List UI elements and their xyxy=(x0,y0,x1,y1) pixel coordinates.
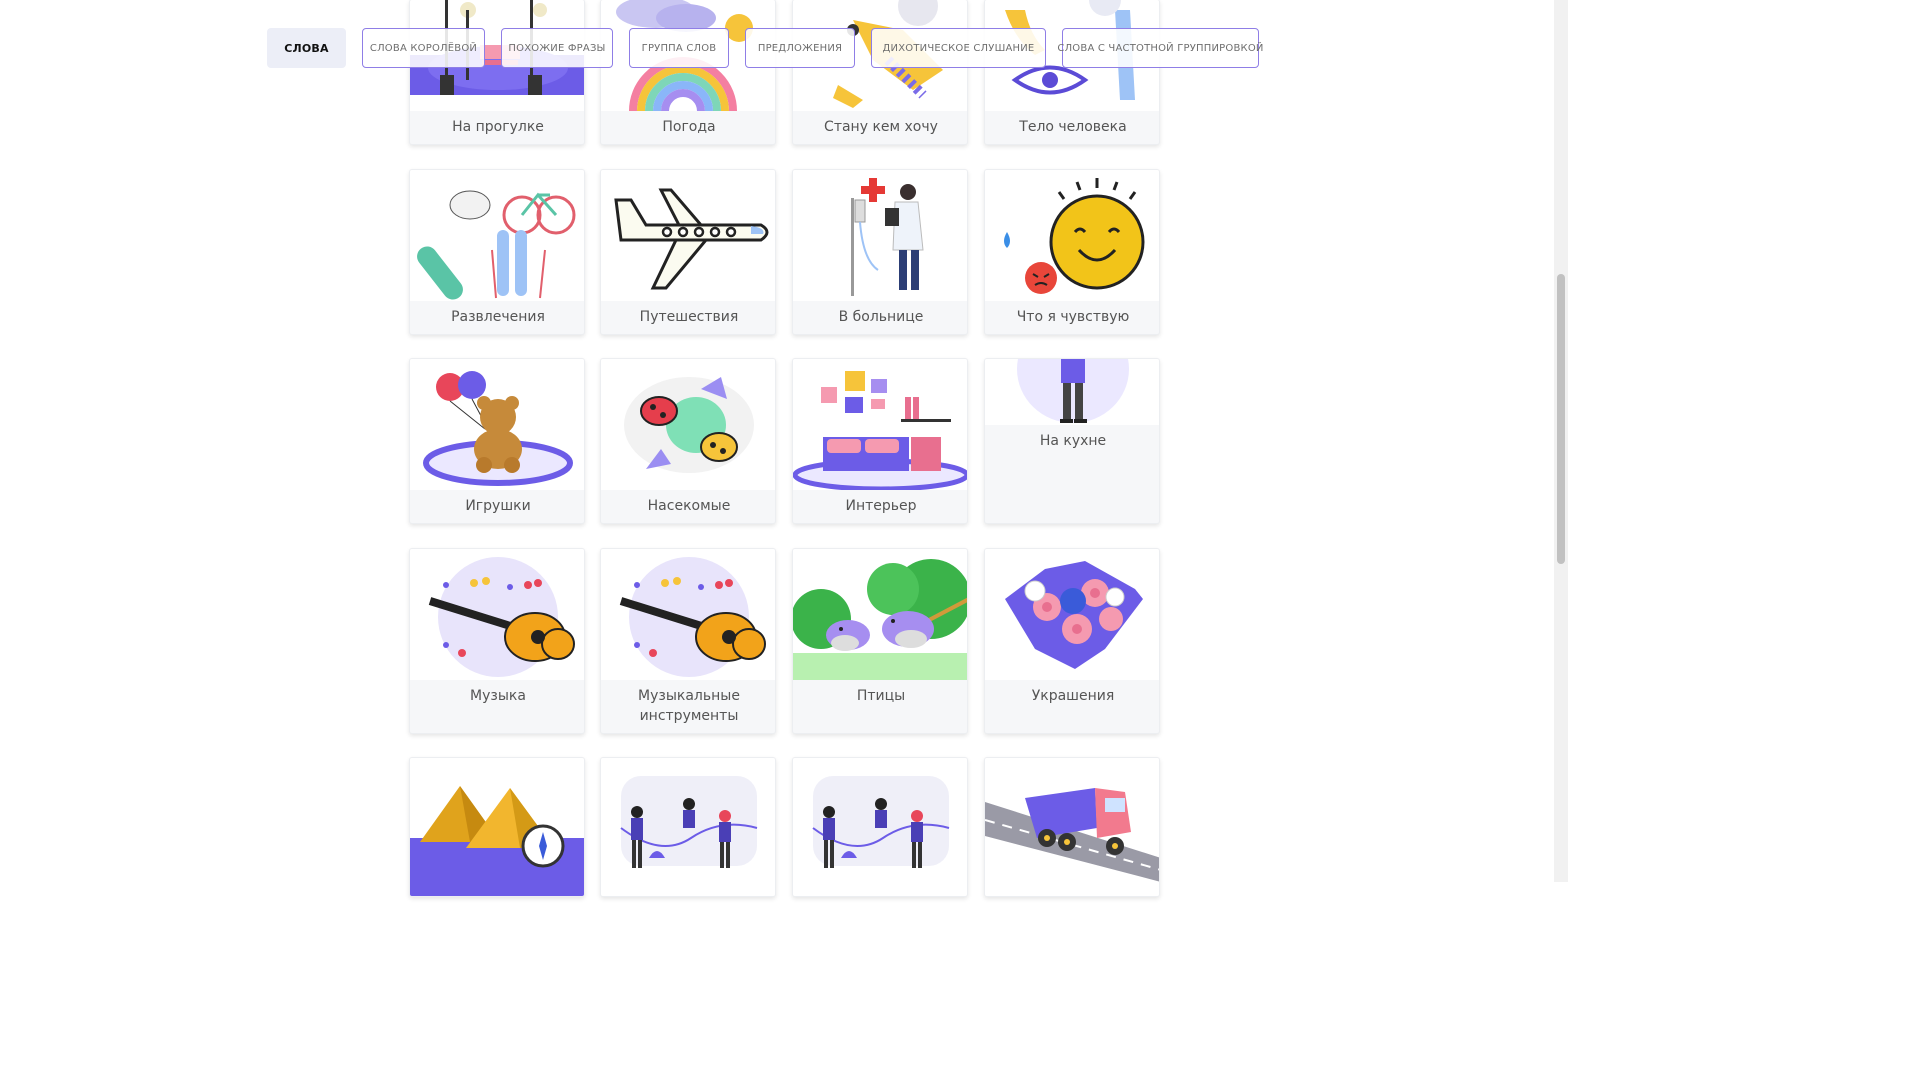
tab-dihoticheskoe[interactable]: ДИХОТИЧЕСКОЕ СЛУШАНИЕ xyxy=(871,28,1046,68)
category-label: Развлечения xyxy=(451,309,545,325)
category-label: Украшения xyxy=(1031,688,1115,704)
category-card-instrumenty[interactable]: Музыкальные инструменты xyxy=(600,548,776,734)
category-card-nasekomye[interactable]: Насекомые xyxy=(600,358,776,524)
category-label: Музыка xyxy=(470,688,526,704)
category-card-progulka[interactable]: На прогулке xyxy=(409,0,585,145)
tab-slova-korolevoy[interactable]: СЛОВА КОРОЛЁВОЙ xyxy=(362,28,485,68)
category-card-ptitsy[interactable]: Птицы xyxy=(792,548,968,734)
tab-pohozhie-frazy[interactable]: ПОХОЖИЕ ФРАЗЫ xyxy=(501,28,613,68)
category-label: На кухне xyxy=(1039,433,1107,449)
bedroom-illustration xyxy=(793,359,967,490)
category-card-interer[interactable]: Интерьер xyxy=(792,358,968,524)
pyramids-illustration xyxy=(410,758,584,896)
category-label: На прогулке xyxy=(452,119,544,135)
airplane-illustration xyxy=(601,170,775,301)
category-label: Тело человека xyxy=(1019,119,1127,135)
tab-slova[interactable]: СЛОВА xyxy=(267,28,346,68)
category-card-chuvstvuyu[interactable]: Что я чувствую xyxy=(984,169,1160,335)
people-talking-illustration xyxy=(601,758,775,896)
category-card-puteshestviya[interactable]: Путешествия xyxy=(600,169,776,335)
category-card-people-2[interactable] xyxy=(792,757,968,897)
category-label: Стану кем хочу xyxy=(824,119,938,135)
guitar-illustration xyxy=(601,549,775,680)
category-card-razvlecheniya[interactable]: Развлечения xyxy=(409,169,585,335)
tab-predlozheniya[interactable]: ПРЕДЛОЖЕНИЯ xyxy=(745,28,855,68)
person-standing-illustration xyxy=(985,359,1159,425)
category-card-truck[interactable] xyxy=(984,757,1160,897)
smiling-sun-illustration xyxy=(985,170,1159,301)
category-grid: На прогулке Погода Стану кем хочу Тело ч… xyxy=(0,0,1568,897)
doctor-illustration xyxy=(793,170,967,301)
sports-equipment-illustration xyxy=(410,170,584,301)
mode-tabs: СЛОВА СЛОВА КОРОЛЁВОЙ ПОХОЖИЕ ФРАЗЫ ГРУП… xyxy=(0,28,1568,70)
category-card-stanu[interactable]: Стану кем хочу xyxy=(792,0,968,145)
category-card-pyramids[interactable] xyxy=(409,757,585,897)
category-label: Насекомые xyxy=(647,498,731,514)
birds-illustration xyxy=(793,549,967,680)
flowers-illustration xyxy=(985,549,1159,680)
category-label: Музыкальные инструменты xyxy=(638,688,740,724)
people-talking-illustration xyxy=(793,758,967,896)
category-card-bolnitsa[interactable]: В больнице xyxy=(792,169,968,335)
category-card-igrushki[interactable]: Игрушки xyxy=(409,358,585,524)
category-card-muzyka[interactable]: Музыка xyxy=(409,548,585,734)
category-label: Птицы xyxy=(856,688,906,704)
category-label: В больнице xyxy=(838,309,924,325)
category-card-pogoda[interactable]: Погода xyxy=(600,0,776,145)
tab-gruppa-slov[interactable]: ГРУППА СЛОВ xyxy=(629,28,729,68)
category-card-people-1[interactable] xyxy=(600,757,776,897)
truck-illustration xyxy=(985,758,1159,896)
category-label: Что я чувствую xyxy=(1016,309,1130,325)
category-label: Путешествия xyxy=(639,309,739,325)
category-card-telo[interactable]: Тело человека xyxy=(984,0,1160,145)
category-card-ukrasheniya[interactable]: Украшения xyxy=(984,548,1160,734)
teddy-bear-illustration xyxy=(410,359,584,490)
ladybugs-illustration xyxy=(601,359,775,490)
guitar-illustration xyxy=(410,549,584,680)
category-card-kuhnya[interactable]: На кухне xyxy=(984,358,1160,524)
category-label: Интерьер xyxy=(845,498,917,514)
tab-chastotnaya[interactable]: СЛОВА С ЧАСТОТНОЙ ГРУППИРОВКОЙ xyxy=(1057,28,1263,68)
category-label: Погода xyxy=(662,119,716,135)
category-label: Игрушки xyxy=(465,498,531,514)
scrollbar-thumb[interactable] xyxy=(1557,274,1565,564)
scrollbar[interactable] xyxy=(1554,0,1568,882)
